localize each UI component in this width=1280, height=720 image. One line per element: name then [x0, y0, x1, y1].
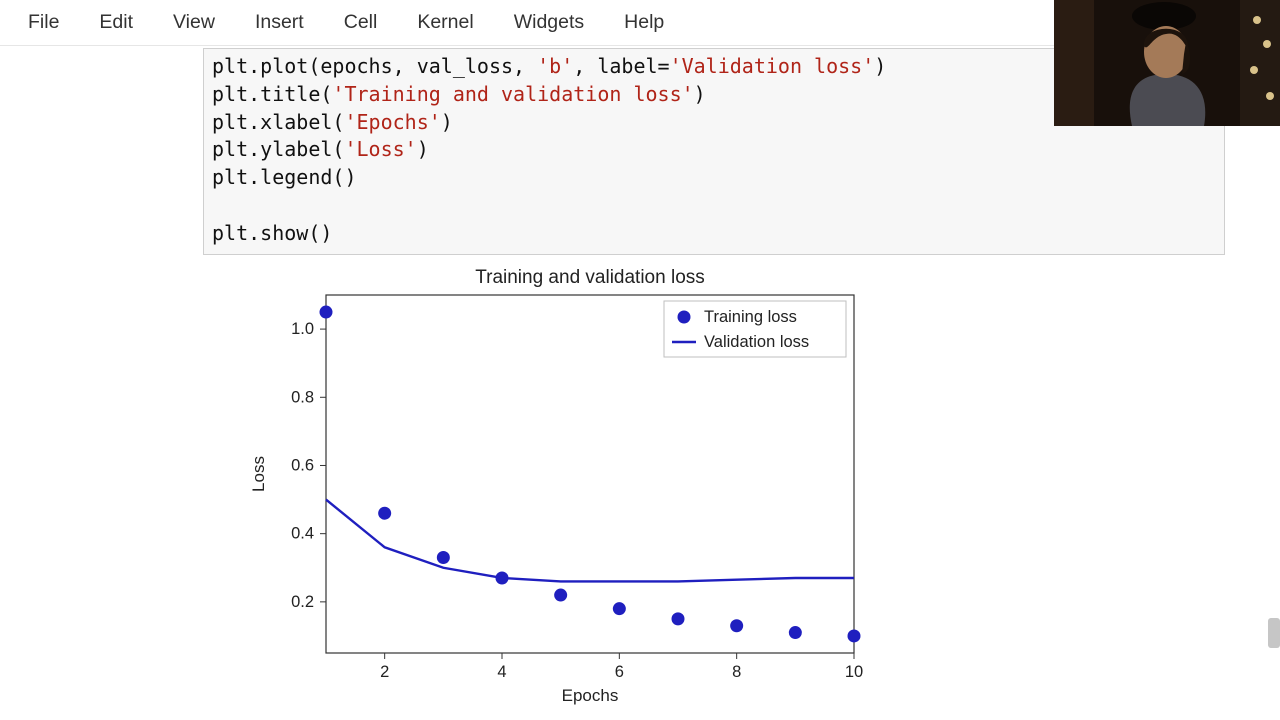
chart-point-training — [789, 626, 802, 639]
menu-widgets[interactable]: Widgets — [498, 3, 608, 42]
code-line-4: plt.ylabel('Loss') — [212, 137, 429, 161]
legend-label-validation: Validation loss — [704, 333, 809, 351]
chart-xtick: 10 — [845, 663, 863, 681]
menu-file[interactable]: File — [12, 3, 83, 42]
menu-view[interactable]: View — [157, 3, 239, 42]
chart-point-training — [320, 305, 333, 318]
legend-marker-training — [678, 310, 691, 323]
chart-point-training — [554, 588, 567, 601]
chart-point-training — [848, 629, 861, 642]
chart-xlabel: Epochs — [562, 686, 619, 705]
chart-xtick: 6 — [615, 663, 624, 681]
chart-output: Training and validation loss 0.2 0.4 0.6 0.8… — [208, 265, 1242, 715]
code-line-3: plt.xlabel('Epochs') — [212, 110, 453, 134]
chart-ylabel: Loss — [249, 456, 268, 492]
code-line-7: plt.show() — [212, 221, 332, 245]
scrollbar-thumb[interactable] — [1268, 618, 1280, 648]
chart-ytick: 0.8 — [291, 388, 314, 406]
legend-label-training: Training loss — [704, 308, 797, 326]
menu-edit[interactable]: Edit — [83, 3, 157, 42]
chart-point-training — [378, 506, 391, 519]
chart-ytick: 0.4 — [291, 524, 314, 542]
menu-insert[interactable]: Insert — [239, 3, 328, 42]
chart-ytick: 0.6 — [291, 456, 314, 474]
chart-xtick: 2 — [380, 663, 389, 681]
chart-point-training — [672, 612, 685, 625]
notebook-area: plt.plot(epochs, val_loss, 'b', label='V… — [0, 48, 1280, 715]
chart-ytick: 1.0 — [291, 320, 314, 338]
chart-line-validation — [326, 499, 854, 581]
code-line-1: plt.plot(epochs, val_loss, 'b', label='V… — [212, 54, 886, 78]
chart-xtick: 8 — [732, 663, 741, 681]
chart-point-training — [730, 619, 743, 632]
code-line-2: plt.title('Training and validation loss'… — [212, 82, 706, 106]
menu-cell[interactable]: Cell — [328, 3, 402, 42]
chart-ytick: 0.2 — [291, 592, 314, 610]
code-line-5: plt.legend() — [212, 165, 357, 189]
menu-kernel[interactable]: Kernel — [401, 3, 497, 42]
chart-title: Training and validation loss — [475, 267, 705, 288]
chart-point-training — [437, 551, 450, 564]
chart-point-training — [613, 602, 626, 615]
webcam-overlay — [1054, 0, 1280, 126]
chart-xtick: 4 — [497, 663, 506, 681]
menu-help[interactable]: Help — [608, 3, 688, 42]
chart-svg: Training and validation loss 0.2 0.4 0.6 0.8… — [208, 265, 888, 715]
